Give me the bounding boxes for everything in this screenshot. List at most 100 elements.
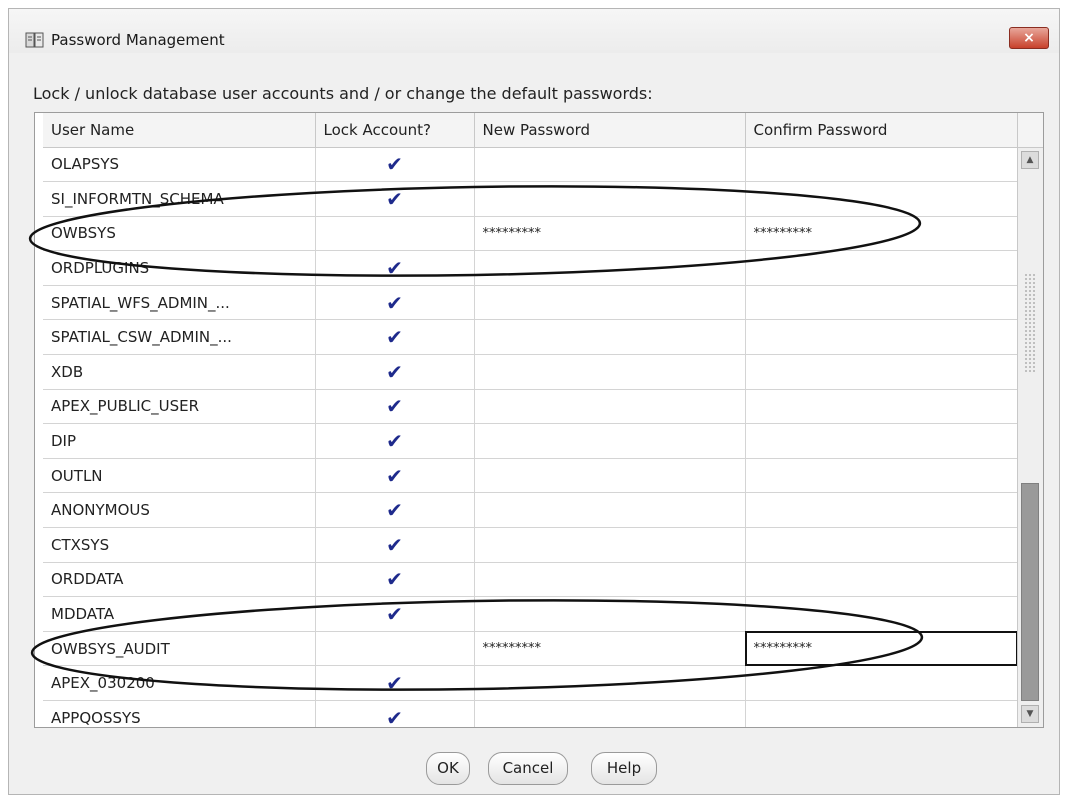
- table-row[interactable]: OUTLN ✔: [43, 458, 1019, 494]
- table-row[interactable]: OWBSYS_AUDIT ********* *********: [43, 631, 1019, 667]
- title-bar[interactable]: Password Management ×: [9, 9, 1059, 53]
- table-row[interactable]: XDB ✔: [43, 354, 1019, 390]
- lock-account-checkbox[interactable]: ✔: [315, 319, 475, 356]
- table-row[interactable]: APEX_030200 ✔: [43, 665, 1019, 701]
- table-row[interactable]: DIP ✔: [43, 423, 1019, 459]
- confirm-password-field[interactable]: [745, 147, 1019, 183]
- lock-account-checkbox[interactable]: ✔: [315, 423, 475, 459]
- table-row[interactable]: APPQOSSYS ✔: [43, 700, 1019, 727]
- new-password-field[interactable]: [474, 319, 746, 356]
- close-button[interactable]: ×: [1009, 27, 1049, 49]
- confirm-password-field[interactable]: [745, 423, 1019, 459]
- vertical-scrollbar[interactable]: ▲ ▼: [1017, 113, 1043, 727]
- new-password-field[interactable]: [474, 700, 746, 727]
- table-row[interactable]: CTXSYS ✔: [43, 527, 1019, 563]
- new-password-field[interactable]: [474, 354, 746, 390]
- user-name-cell[interactable]: SI_INFORMTN_SCHEMA: [43, 181, 316, 217]
- user-name-cell[interactable]: ORDDATA: [43, 562, 316, 598]
- new-password-field[interactable]: [474, 562, 746, 598]
- user-name-cell[interactable]: OWBSYS_AUDIT: [43, 631, 316, 667]
- confirm-password-field[interactable]: [745, 596, 1019, 632]
- user-name-cell[interactable]: XDB: [43, 354, 316, 390]
- user-name-cell[interactable]: OLAPSYS: [43, 147, 316, 183]
- table-row[interactable]: ANONYMOUS ✔: [43, 492, 1019, 529]
- confirm-password-field[interactable]: [745, 285, 1019, 321]
- confirm-password-field[interactable]: [745, 562, 1019, 598]
- confirm-password-field[interactable]: *********: [745, 631, 1019, 667]
- new-password-field[interactable]: [474, 250, 746, 286]
- table-row[interactable]: OLAPSYS ✔: [43, 147, 1019, 183]
- confirm-password-field[interactable]: [745, 665, 1019, 701]
- lock-account-checkbox[interactable]: ✔: [315, 147, 475, 183]
- confirm-password-field[interactable]: [745, 250, 1019, 286]
- scrollbar-thumb[interactable]: [1021, 483, 1039, 701]
- new-password-field[interactable]: [474, 596, 746, 632]
- lock-account-checkbox[interactable]: ✔: [315, 527, 475, 563]
- user-name-cell[interactable]: DIP: [43, 423, 316, 459]
- table-row[interactable]: ORDDATA ✔: [43, 562, 1019, 598]
- user-name-cell[interactable]: ORDPLUGINS: [43, 250, 316, 286]
- new-password-field[interactable]: [474, 527, 746, 563]
- confirm-password-field[interactable]: *********: [745, 216, 1019, 252]
- accounts-grid: User Name Lock Account? New Password Con…: [43, 113, 1019, 727]
- user-name-cell[interactable]: APEX_PUBLIC_USER: [43, 389, 316, 425]
- new-password-field[interactable]: [474, 492, 746, 529]
- lock-account-checkbox[interactable]: ✔: [315, 250, 475, 286]
- table-row[interactable]: SI_INFORMTN_SCHEMA ✔: [43, 181, 1019, 217]
- confirm-password-field[interactable]: [745, 700, 1019, 727]
- cancel-button[interactable]: Cancel: [488, 752, 568, 785]
- lock-account-checkbox[interactable]: ✔: [315, 181, 475, 217]
- lock-account-checkbox[interactable]: ✔: [315, 665, 475, 701]
- help-button[interactable]: Help: [591, 752, 657, 785]
- lock-account-checkbox[interactable]: [315, 631, 475, 667]
- lock-account-checkbox[interactable]: ✔: [315, 354, 475, 390]
- column-header-lock-account[interactable]: Lock Account?: [315, 113, 475, 148]
- user-name-cell[interactable]: APEX_030200: [43, 665, 316, 701]
- user-name-cell[interactable]: OUTLN: [43, 458, 316, 494]
- user-name-cell[interactable]: SPATIAL_CSW_ADMIN_...: [43, 319, 316, 356]
- user-name-cell[interactable]: MDDATA: [43, 596, 316, 632]
- lock-account-checkbox[interactable]: ✔: [315, 596, 475, 632]
- lock-account-checkbox[interactable]: ✔: [315, 458, 475, 494]
- scroll-up-icon[interactable]: ▲: [1021, 151, 1039, 169]
- scroll-down-icon[interactable]: ▼: [1021, 705, 1039, 723]
- confirm-password-field[interactable]: [745, 458, 1019, 494]
- user-accounts-table: User Name Lock Account? New Password Con…: [34, 112, 1044, 728]
- table-row[interactable]: SPATIAL_CSW_ADMIN_... ✔: [43, 319, 1019, 356]
- table-row[interactable]: MDDATA ✔: [43, 596, 1019, 632]
- confirm-password-field[interactable]: [745, 527, 1019, 563]
- new-password-field[interactable]: [474, 423, 746, 459]
- lock-account-checkbox[interactable]: ✔: [315, 700, 475, 727]
- confirm-password-field[interactable]: [745, 492, 1019, 529]
- confirm-password-field[interactable]: [745, 181, 1019, 217]
- new-password-field[interactable]: [474, 285, 746, 321]
- lock-account-checkbox[interactable]: ✔: [315, 389, 475, 425]
- user-name-cell[interactable]: SPATIAL_WFS_ADMIN_...: [43, 285, 316, 321]
- table-row[interactable]: ORDPLUGINS ✔: [43, 250, 1019, 286]
- new-password-field[interactable]: [474, 458, 746, 494]
- ok-button[interactable]: OK: [426, 752, 470, 785]
- lock-account-checkbox[interactable]: [315, 216, 475, 252]
- user-name-cell[interactable]: CTXSYS: [43, 527, 316, 563]
- column-header-user-name[interactable]: User Name: [43, 113, 316, 148]
- table-row[interactable]: APEX_PUBLIC_USER ✔: [43, 389, 1019, 425]
- user-name-cell[interactable]: OWBSYS: [43, 216, 316, 252]
- confirm-password-field[interactable]: [745, 389, 1019, 425]
- lock-account-checkbox[interactable]: ✔: [315, 285, 475, 321]
- new-password-field[interactable]: [474, 665, 746, 701]
- user-name-cell[interactable]: ANONYMOUS: [43, 492, 316, 529]
- confirm-password-field[interactable]: [745, 319, 1019, 356]
- table-row[interactable]: SPATIAL_WFS_ADMIN_... ✔: [43, 285, 1019, 321]
- new-password-field[interactable]: *********: [474, 216, 746, 252]
- new-password-field[interactable]: [474, 181, 746, 217]
- column-header-confirm-password[interactable]: Confirm Password: [745, 113, 1019, 148]
- new-password-field[interactable]: *********: [474, 631, 746, 667]
- table-row[interactable]: OWBSYS ********* *********: [43, 216, 1019, 252]
- user-name-cell[interactable]: APPQOSSYS: [43, 700, 316, 727]
- new-password-field[interactable]: [474, 147, 746, 183]
- lock-account-checkbox[interactable]: ✔: [315, 562, 475, 598]
- lock-account-checkbox[interactable]: ✔: [315, 492, 475, 529]
- confirm-password-field[interactable]: [745, 354, 1019, 390]
- new-password-field[interactable]: [474, 389, 746, 425]
- column-header-new-password[interactable]: New Password: [474, 113, 746, 148]
